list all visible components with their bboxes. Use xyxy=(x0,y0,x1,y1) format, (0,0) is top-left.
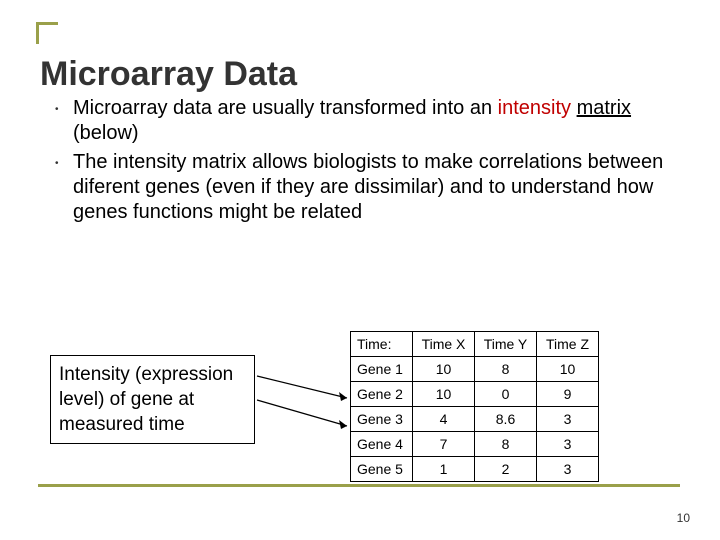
cell: 8 xyxy=(475,357,537,382)
bullet-pre: Microarray data are usually transformed … xyxy=(73,97,498,119)
cell: 10 xyxy=(413,382,475,407)
cell: 3 xyxy=(537,407,599,432)
bullet-list: • Microarray data are usually transforme… xyxy=(55,96,675,229)
col-header: Time Y xyxy=(475,332,537,357)
bullet-dot-icon: • xyxy=(55,150,73,175)
footer-rule xyxy=(38,484,680,487)
cell: 8.6 xyxy=(475,407,537,432)
row-label: Gene 3 xyxy=(351,407,413,432)
cell: 2 xyxy=(475,457,537,482)
col-header: Time: xyxy=(351,332,413,357)
intensity-table: Time: Time X Time Y Time Z Gene 1 10 8 1… xyxy=(350,331,599,482)
cell: 10 xyxy=(537,357,599,382)
cell: 9 xyxy=(537,382,599,407)
table-header-row: Time: Time X Time Y Time Z xyxy=(351,332,599,357)
cell: 10 xyxy=(413,357,475,382)
bullet-item: • The intensity matrix allows biologists… xyxy=(55,150,675,225)
cell: 0 xyxy=(475,382,537,407)
bullet-dot-icon: • xyxy=(55,96,73,121)
cell: 8 xyxy=(475,432,537,457)
arrow-icon xyxy=(252,358,362,436)
intensity-word: intensity xyxy=(498,97,571,119)
callout-box: Intensity (expression level) of gene at … xyxy=(50,355,255,444)
table-row: Gene 1 10 8 10 xyxy=(351,357,599,382)
slide-title: Microarray Data xyxy=(40,55,297,94)
bullet-text: The intensity matrix allows biologists t… xyxy=(73,150,675,225)
table-row: Gene 2 10 0 9 xyxy=(351,382,599,407)
row-label: Gene 2 xyxy=(351,382,413,407)
row-label: Gene 4 xyxy=(351,432,413,457)
table-row: Gene 4 7 8 3 xyxy=(351,432,599,457)
cell: 7 xyxy=(413,432,475,457)
cell: 3 xyxy=(537,432,599,457)
page-number: 10 xyxy=(677,511,690,525)
table-row: Gene 5 1 2 3 xyxy=(351,457,599,482)
row-label: Gene 1 xyxy=(351,357,413,382)
cell: 1 xyxy=(413,457,475,482)
table-row: Gene 3 4 8.6 3 xyxy=(351,407,599,432)
bullet-item: • Microarray data are usually transforme… xyxy=(55,96,675,146)
cell: 3 xyxy=(537,457,599,482)
corner-accent xyxy=(36,22,58,44)
cell: 4 xyxy=(413,407,475,432)
matrix-word: matrix xyxy=(577,97,631,119)
col-header: Time X xyxy=(413,332,475,357)
bullet-text: Microarray data are usually transformed … xyxy=(73,96,675,146)
row-label: Gene 5 xyxy=(351,457,413,482)
col-header: Time Z xyxy=(537,332,599,357)
bullet-post: (below) xyxy=(73,122,139,144)
